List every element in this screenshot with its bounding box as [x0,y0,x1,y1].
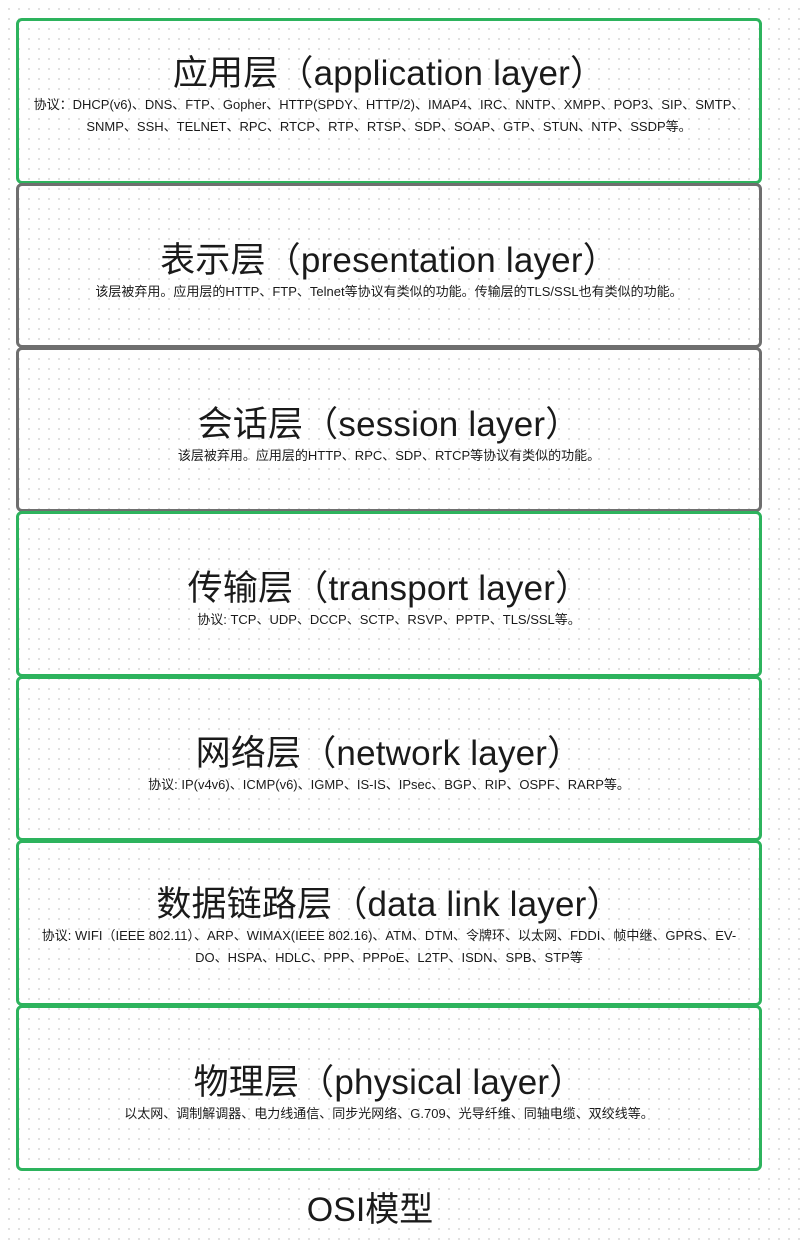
data-link-layer-title: 数据链路层（data link layer） [156,885,622,924]
application-layer-title: 应用层（application layer） [172,54,606,93]
network-layer-description: 协议: IP(v4v6)、ICMP(v6)、IGMP、IS-IS、IPsec、B… [148,777,630,792]
session-layer-title: 会话层（session layer） [197,405,581,444]
application-layer-description: 协议：DHCP(v6)、DNS、FTP、Gopher、HTTP(SPDY、HTT… [33,97,745,134]
transport-layer-title: 传输层（transport layer） [187,569,591,608]
diagram-caption: OSI模型 [306,1191,434,1229]
presentation-layer-box: 表示层（presentation layer） 该层被弃用。应用层的HTTP、F… [16,183,762,348]
presentation-layer-description: 该层被弃用。应用层的HTTP、FTP、Telnet等协议有类似的功能。传输层的T… [95,284,683,299]
network-layer-box: 网络层（network layer） 协议: IP(v4v6)、ICMP(v6)… [16,676,762,841]
physical-layer-box: 物理层（physical layer） 以太网、调制解调器、电力线通信、同步光网… [16,1005,762,1171]
presentation-layer-title: 表示层（presentation layer） [160,241,618,280]
transport-layer-description: 协议: TCP、UDP、DCCP、SCTP、RSVP、PPTP、TLS/SSL等… [197,612,581,627]
physical-layer-description: 以太网、调制解调器、电力线通信、同步光网络、G.709、光导纤维、同轴电缆、双绞… [124,1106,654,1121]
data-link-layer-box: 数据链路层（data link layer） 协议: WIFI（IEEE 802… [16,840,762,1006]
session-layer-description: 该层被弃用。应用层的HTTP、RPC、SDP、RTCP等协议有类似的功能。 [177,448,601,463]
application-layer-box: 应用层（application layer） 协议：DHCP(v6)、DNS、F… [16,18,762,184]
physical-layer-title: 物理层（physical layer） [193,1063,585,1102]
transport-layer-box: 传输层（transport layer） 协议: TCP、UDP、DCCP、SC… [16,511,762,677]
session-layer-box: 会话层（session layer） 该层被弃用。应用层的HTTP、RPC、SD… [16,347,762,512]
data-link-layer-description: 协议: WIFI（IEEE 802.11）、ARP、WIMAX(IEEE 802… [41,928,737,965]
network-layer-title: 网络层（network layer） [195,734,583,773]
